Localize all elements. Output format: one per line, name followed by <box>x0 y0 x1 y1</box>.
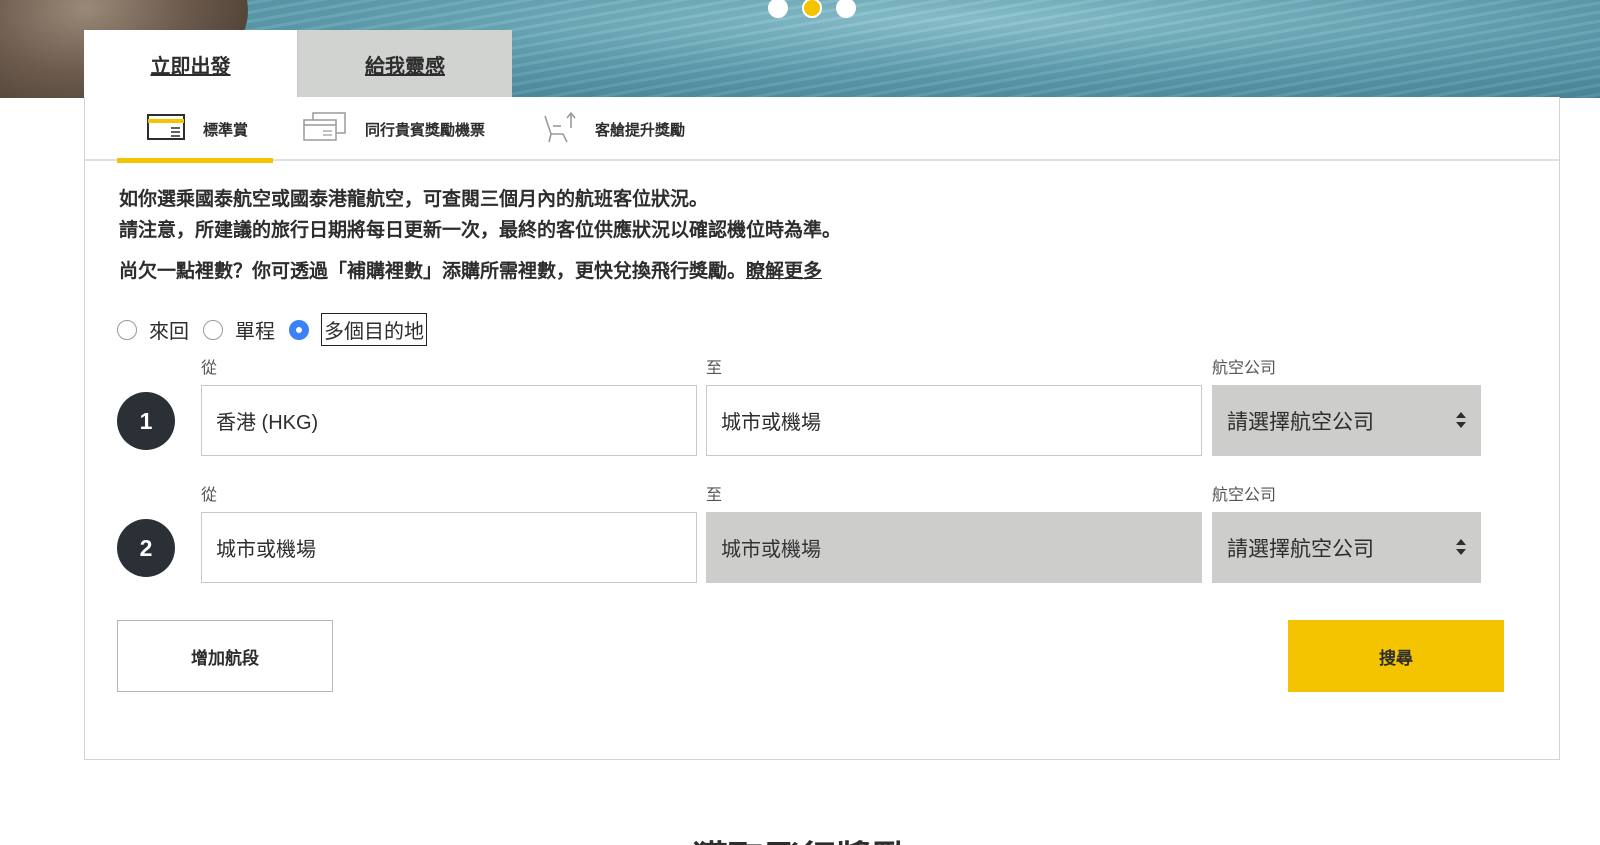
select-arrows-icon <box>1456 412 1466 428</box>
availability-notice: 如你選乘國泰航空或國泰港龍航空，可查閱三個月內的航班客位狀況。 請注意，所建議的… <box>119 184 841 246</box>
segment-1-number: 1 <box>117 392 175 450</box>
tab-standard-award-label: 標準賞 <box>203 121 249 139</box>
carousel-dot-active[interactable] <box>802 0 822 18</box>
trip-option-oneway[interactable]: 單程 <box>203 315 275 344</box>
trip-option-multi[interactable]: 多個目的地 <box>289 313 427 346</box>
radio-one-way[interactable] <box>203 319 223 340</box>
section-heading: 獲取飛行獎勵 <box>0 830 1600 845</box>
segment-1-from-input[interactable]: 香港 (HKG) <box>201 385 697 456</box>
tab-standard-award[interactable]: 標準賞 <box>117 97 273 163</box>
radio-round-trip-label: 來回 <box>149 321 189 343</box>
trip-type-group: 來回 單程 多個目的地 <box>117 313 441 346</box>
learn-more-link[interactable]: 瞭解更多 <box>746 261 822 282</box>
carousel-dots <box>768 0 856 18</box>
notice-line-1: 如你選乘國泰航空或國泰港龍航空，可查閱三個月內的航班客位狀況。 <box>119 189 709 210</box>
notice-line-2: 請注意，所建議的旅行日期將每日更新一次，最終的客位供應狀況以確認機位時為準。 <box>119 220 842 241</box>
radio-one-way-label: 單程 <box>235 321 275 343</box>
trip-option-round[interactable]: 來回 <box>117 315 189 344</box>
segment-2-airline-value: 請選擇航空公司 <box>1227 537 1374 561</box>
award-type-tabs: 標準賞 同行貴賓獎勵機票 客艙提升獎勵 <box>85 97 1559 163</box>
segment-1-to-label: 至 <box>706 360 723 377</box>
carousel-dot[interactable] <box>836 0 856 18</box>
select-arrows-icon <box>1456 539 1466 555</box>
radio-multi-city[interactable] <box>289 319 309 340</box>
radio-multi-city-label: 多個目的地 <box>321 313 427 346</box>
segment-1-to-input[interactable]: 城市或機場 <box>706 385 1202 456</box>
segment-2-number: 2 <box>117 519 175 577</box>
search-button[interactable]: 搜尋 <box>1288 620 1504 692</box>
segment-2-from-label: 從 <box>201 487 218 504</box>
tab-inspire-me[interactable]: 給我靈感 <box>298 30 512 98</box>
tab-upgrade-award-label: 客艙提升獎勵 <box>595 121 686 139</box>
standard-award-icon <box>147 114 185 144</box>
seat-upgrade-icon <box>541 110 577 148</box>
segment-1-airline-select[interactable]: 請選擇航空公司 <box>1212 385 1481 456</box>
buy-miles-text: 尚欠一點裡數？你可透過「補購裡數」添購所需裡數，更快兌換飛行獎勵。 <box>119 261 747 282</box>
buy-miles-notice: 尚欠一點裡數？你可透過「補購裡數」添購所需裡數，更快兌換飛行獎勵。瞭解更多 <box>119 256 822 283</box>
carousel-dot[interactable] <box>768 0 788 18</box>
companion-ticket-icon <box>303 112 347 146</box>
segment-1-airline-value: 請選擇航空公司 <box>1227 410 1374 434</box>
main-tabs: 立即出發 給我靈感 <box>84 30 512 98</box>
radio-round-trip[interactable] <box>117 319 137 340</box>
search-panel: 標準賞 同行貴賓獎勵機票 客艙提升獎勵 如你選乘國泰航空或國泰港龍航空，可查閱三… <box>84 97 1560 760</box>
tab-upgrade-award[interactable]: 客艙提升獎勵 <box>541 97 685 161</box>
tab-companion-award-label: 同行貴賓獎勵機票 <box>365 121 486 139</box>
segment-2-to-label: 至 <box>706 487 723 504</box>
segment-2-from-input[interactable]: 城市或機場 <box>201 512 697 583</box>
segment-1-from-label: 從 <box>201 360 218 377</box>
segment-1-airline-label: 航空公司 <box>1212 360 1277 377</box>
segment-2-airline-label: 航空公司 <box>1212 487 1277 504</box>
tab-depart-now[interactable]: 立即出發 <box>84 30 298 98</box>
segment-2-airline-select[interactable]: 請選擇航空公司 <box>1212 512 1481 583</box>
add-segment-button[interactable]: 增加航段 <box>117 620 333 692</box>
tab-companion-award[interactable]: 同行貴賓獎勵機票 <box>303 97 485 161</box>
segment-2-to-input[interactable]: 城市或機場 <box>706 512 1202 583</box>
